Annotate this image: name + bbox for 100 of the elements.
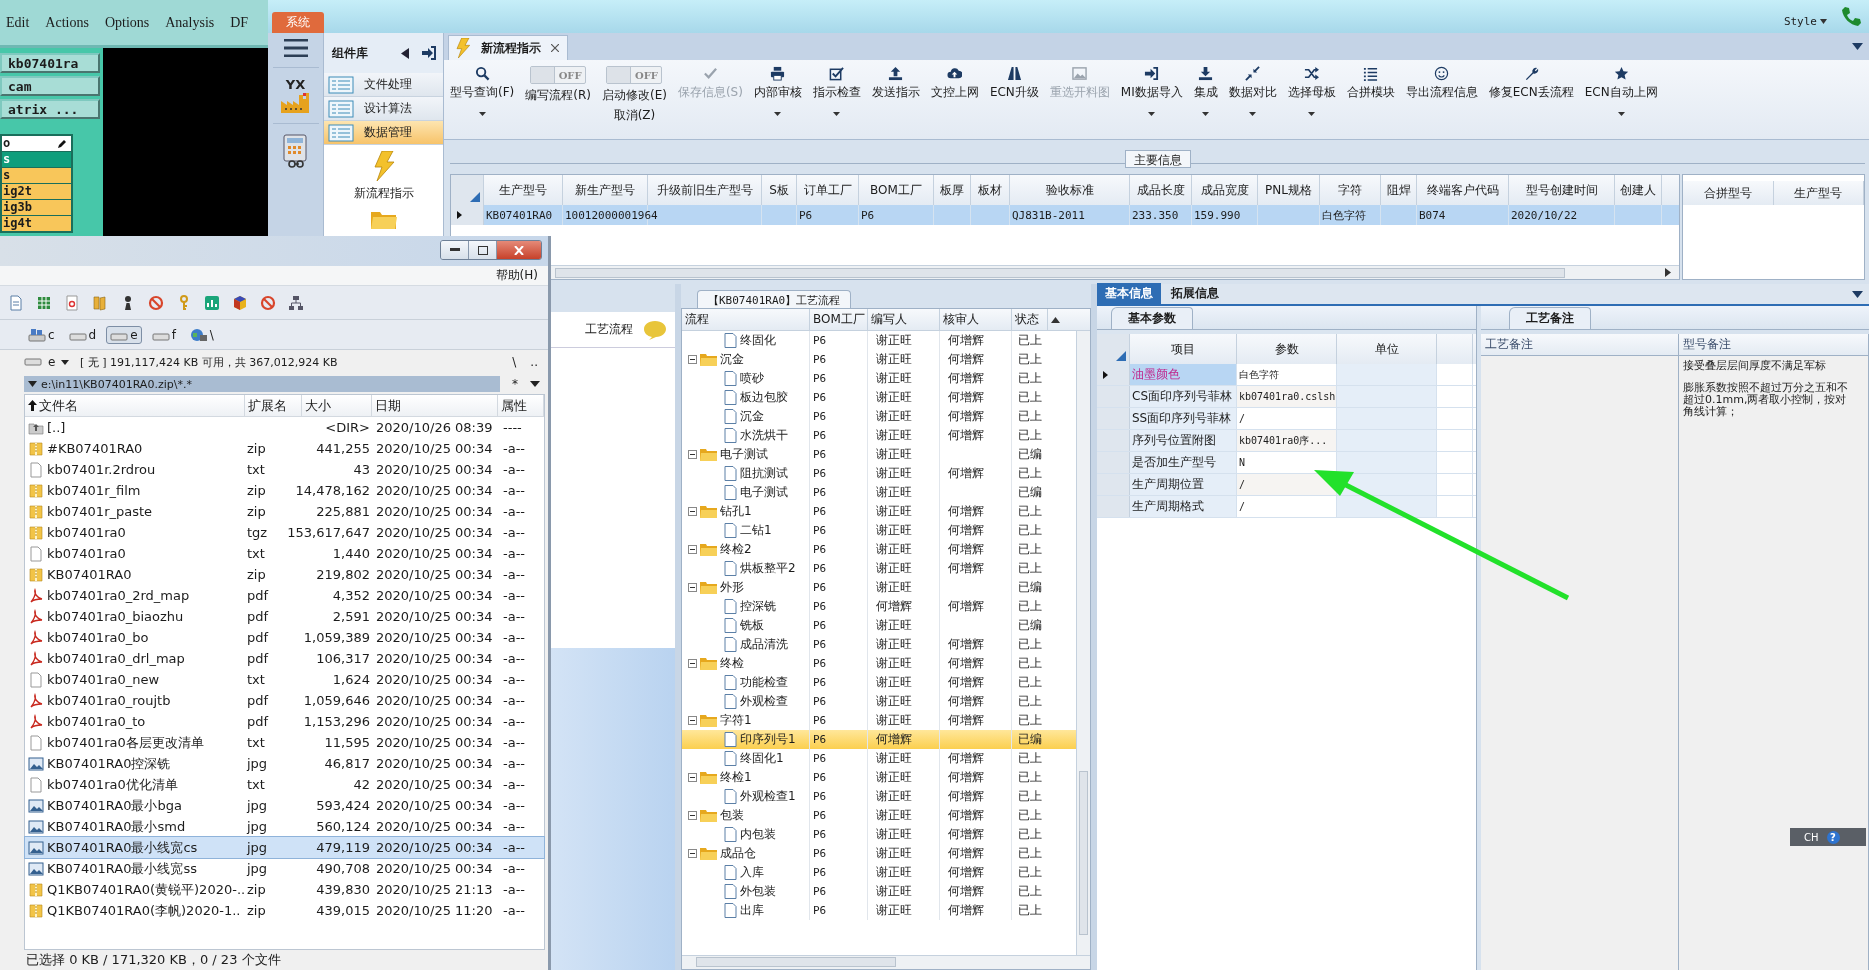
no-entry-icon[interactable] — [148, 294, 164, 311]
scroll-arrow-icon[interactable] — [1050, 316, 1060, 323]
collapse-icon[interactable] — [688, 773, 697, 782]
job-button[interactable]: kb07401ra — [0, 53, 100, 73]
collapse-icon[interactable] — [688, 811, 697, 820]
caret-icon[interactable] — [1852, 290, 1863, 298]
tree-row[interactable]: 内包装 P6 谢正旺 何增辉 已上 — [682, 825, 1076, 844]
tab[interactable]: 基本参数 — [1111, 307, 1193, 329]
spreadsheet-icon[interactable] — [36, 294, 52, 311]
collapse-icon[interactable] — [688, 716, 697, 725]
tree-row[interactable]: 板边包胶 P6 谢正旺 何增辉 已上 — [682, 388, 1076, 407]
column-header[interactable]: 文件名 — [25, 395, 245, 416]
toolbar-button[interactable]: 指示检查 — [810, 64, 863, 118]
tree-row[interactable]: 入库 P6 谢正旺 何增辉 已上 — [682, 863, 1076, 882]
tree-row[interactable]: 外观检查1 P6 谢正旺 何增辉 已上 — [682, 787, 1076, 806]
minimize-button[interactable] — [441, 241, 469, 259]
component-group[interactable]: 文件处理 — [324, 73, 443, 97]
vertical-scrollbar[interactable] — [1076, 331, 1090, 955]
page-icon[interactable] — [64, 294, 80, 311]
menu-item[interactable]: Options — [104, 14, 150, 31]
job-button[interactable]: atrix ... — [0, 99, 100, 119]
file-row[interactable]: kb07401ra0_bo pdf 1,059,389 2020/10/25 00:34 -a-- — [25, 627, 544, 648]
file-row[interactable]: kb07401ra0_drl_map pdf 106,317 2020/10/25 00:34 -a-- — [25, 648, 544, 669]
toolbar-button[interactable]: 选择母板 — [1285, 64, 1338, 118]
tree-row[interactable]: 终检2 P6 谢正旺 何增辉 已上 — [682, 540, 1076, 559]
file-row[interactable]: kb07401ra0 txt 1,440 2020/10/25 00:34 -a-- — [25, 543, 544, 564]
file-row[interactable]: kb07401ra0_2rd_map pdf 4,352 2020/10/25 00:34 -a-- — [25, 585, 544, 606]
no-entry-icon[interactable] — [260, 294, 276, 311]
network-icon[interactable] — [288, 294, 304, 311]
column-header[interactable]: 扩展名 — [244, 395, 303, 416]
toolbar-button[interactable]: ECN升级 — [987, 64, 1041, 103]
tree-row[interactable]: 成品清洗 P6 谢正旺 何增辉 已上 — [682, 635, 1076, 654]
drive-button[interactable]: e — [106, 325, 142, 344]
file-row[interactable]: [..] <DIR> 2020/10/26 08:39 ---- — [25, 417, 544, 438]
tree-row[interactable]: 控深铣 P6 何增辉 何增辉 已上 — [682, 597, 1076, 616]
layer-item[interactable]: ig3b — [2, 200, 71, 215]
tree-row[interactable]: 钻孔1 P6 谢正旺 何增辉 已上 — [682, 502, 1076, 521]
table-row[interactable]: 油墨颜色 白色字符 — [1097, 364, 1476, 386]
drive-button[interactable]: d — [64, 325, 101, 344]
column-header[interactable]: 工艺备注 — [1481, 334, 1679, 355]
file-row[interactable]: KB07401RA0 zip 219,802 2020/10/25 00:34 -a-- — [25, 564, 544, 585]
table-row[interactable]: 序列号位置附图 kb07401ra0序... — [1097, 430, 1476, 452]
file-row[interactable]: KB07401RA0最小smd jpg 560,124 2020/10/25 00:34 -a-- — [25, 816, 544, 837]
close-button[interactable] — [497, 241, 541, 259]
file-row[interactable]: KB07401RA0控深铣 jpg 46,817 2020/10/25 00:34 -a-- — [25, 753, 544, 774]
tree-row[interactable]: 沉金 P6 谢正旺 何增辉 已上 — [682, 407, 1076, 426]
sign-in-icon[interactable] — [421, 45, 437, 61]
toolbar-button[interactable]: 集成 — [1191, 64, 1220, 118]
column-header[interactable]: 属性 — [498, 395, 544, 416]
table-row[interactable]: SS面印序列号菲林 / — [1097, 408, 1476, 430]
tab[interactable]: 工艺备注 — [1509, 307, 1591, 329]
job-button[interactable]: cam — [0, 76, 100, 96]
tree-row[interactable]: 电子测试 P6 谢正旺 已编 — [682, 445, 1076, 464]
document-tab[interactable]: 新流程指示 — [448, 35, 568, 60]
horizontal-scrollbar[interactable] — [551, 265, 1679, 279]
tree-row[interactable]: 铣板 P6 谢正旺 已编 — [682, 616, 1076, 635]
collapse-icon[interactable] — [688, 507, 697, 516]
notes-field[interactable] — [1481, 356, 1679, 970]
file-row[interactable]: Q1KB07401RA0(黄锐平)2020-..zip 439,830 2020/10/25 21:13 -a-- — [25, 879, 544, 900]
tree-row[interactable]: 终检1 P6 谢正旺 何增辉 已上 — [682, 768, 1076, 787]
file-row[interactable]: kb07401ra0各层更改清单 txt 11,595 2020/10/25 00:34 -a-- — [25, 732, 544, 753]
collapse-icon[interactable] — [688, 849, 697, 858]
column-header[interactable]: 流程 — [682, 309, 810, 330]
toolbar-button[interactable]: 内部审核 — [751, 64, 804, 118]
toolbar-button[interactable]: 修复ECN丢流程 — [1486, 64, 1576, 103]
file-row[interactable]: kb07401ra0_roujtb pdf 1,059,646 2020/10/25 00:34 -a-- — [25, 690, 544, 711]
tree-row[interactable]: 外形 P6 谢正旺 已编 — [682, 578, 1076, 597]
table-row[interactable]: KB07401RA0 10012000001964 P6 P6 QJ831B-2011 233.350 159.990 白色字符 B074 2020/10/22 — [451, 205, 1679, 225]
tree-row[interactable]: 终固化1 P6 谢正旺 何增辉 已上 — [682, 749, 1076, 768]
file-row[interactable]: Q1KB07401RA0(李帆)2020-1.. zip 439,015 2020/10/25 11:20 -a-- — [25, 900, 544, 921]
drive-button[interactable]: c — [24, 325, 59, 344]
file-row[interactable]: KB07401RA0最小线宽cs jpg 479,119 2020/10/25 00:34 -a-- — [25, 837, 544, 858]
table-row[interactable]: CS面印序列号菲林 kb07401ra0.cslsh — [1097, 386, 1476, 408]
layer-item[interactable]: ig2t — [2, 184, 71, 199]
menu-icon[interactable] — [283, 39, 308, 57]
tree-row[interactable]: 终检 P6 谢正旺 何增辉 已上 — [682, 654, 1076, 673]
tree-row[interactable]: 终固化 P6 谢正旺 何增辉 已上 — [682, 331, 1076, 350]
column-header[interactable]: 状态 — [1012, 309, 1048, 330]
file-row[interactable]: KB07401RA0最小bga jpg 593,424 2020/10/25 00:34 -a-- — [25, 795, 544, 816]
table-row[interactable]: 生产周期格式 / — [1097, 496, 1476, 518]
maximize-button[interactable] — [469, 241, 497, 259]
collapse-icon[interactable] — [688, 659, 697, 668]
file-row[interactable]: kb07401r.2rdrou txt 43 2020/10/25 00:34 -a-- — [25, 459, 544, 480]
tree-row[interactable]: 烘板整平2 P6 谢正旺 何增辉 已上 — [682, 559, 1076, 578]
help-button[interactable]: ? — [1826, 830, 1840, 844]
tree-row[interactable]: 功能检查 P6 谢正旺 何增辉 已上 — [682, 673, 1076, 692]
menu-item[interactable]: Edit — [6, 14, 30, 31]
file-row[interactable]: kb07401r_paste zip 225,881 2020/10/25 00:34 -a-- — [25, 501, 544, 522]
toolbar-button[interactable]: 合拼模块 — [1344, 64, 1397, 103]
corner-icon[interactable] — [1116, 351, 1126, 361]
horizontal-scrollbar[interactable] — [682, 955, 1090, 969]
chart-icon[interactable] — [204, 294, 220, 311]
toolbar-button[interactable]: 导出流程信息 — [1403, 64, 1480, 103]
toolbar-button[interactable]: 发送指示 — [869, 64, 922, 103]
column-header[interactable]: 参数 — [1237, 334, 1337, 364]
layer-field[interactable]: o — [2, 136, 71, 151]
table-row[interactable]: 生产周期位置 / — [1097, 474, 1476, 496]
tree-row[interactable]: 外观检查 P6 谢正旺 何增辉 已上 — [682, 692, 1076, 711]
tab[interactable]: 基本信息 — [1097, 283, 1161, 304]
component-group[interactable]: 设计算法 — [324, 97, 443, 121]
